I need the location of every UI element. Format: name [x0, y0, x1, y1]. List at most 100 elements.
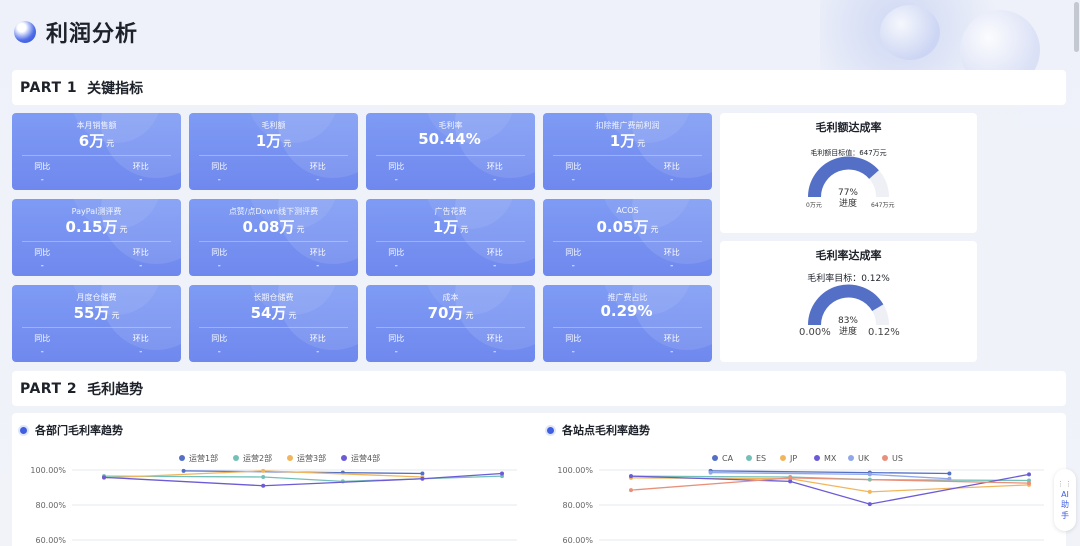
kpi-yoy-value: -	[40, 347, 44, 357]
kpi-mom-value: -	[139, 261, 143, 271]
kpi-card[interactable]: 扣除推广费前利润 1万元同比 - 环比 -	[543, 113, 712, 190]
data-point[interactable]	[1027, 472, 1031, 477]
kpi-yoy: 同比 -	[189, 247, 262, 271]
legend-item[interactable]: US	[882, 454, 903, 463]
data-point[interactable]	[261, 475, 266, 479]
data-point[interactable]	[708, 470, 713, 475]
divider	[22, 327, 171, 328]
trend-charts-card: 各部门毛利率趋势 各站点毛利率趋势 运营1部 运营2部 运营3部 运营4部 100.00…	[12, 413, 1066, 546]
scrollbar[interactable]	[1074, 2, 1079, 52]
kpi-yoy-label: 同比	[34, 162, 51, 171]
kpi-yoy-value: -	[40, 261, 44, 271]
kpi-unit: 元	[283, 139, 292, 148]
data-point[interactable]	[261, 468, 266, 473]
kpi-mom: 环比 -	[453, 333, 536, 357]
kpi-card[interactable]: PayPal测评费 0.15万元同比 - 环比 -	[12, 199, 181, 276]
divider	[199, 327, 348, 328]
kpi-yoy-label: 同比	[34, 334, 51, 343]
gauge-chart	[808, 284, 889, 326]
section-header-part1: PART 1 关键指标	[12, 70, 1066, 105]
data-point[interactable]	[500, 471, 504, 476]
legend-item[interactable]: 运营1部	[179, 453, 218, 463]
drag-handle-icon: ⋮⋮	[1057, 479, 1073, 488]
divider	[22, 155, 171, 156]
kpi-yoy-label: 同比	[388, 334, 405, 343]
ai-assistant-button[interactable]: ⋮⋮ AI 助 手	[1054, 469, 1076, 531]
kpi-value-number: 50.44%	[418, 130, 481, 148]
kpi-card[interactable]: 点赞/点Down线下测评费 0.08万元同比 - 环比 -	[189, 199, 358, 276]
kpi-unit: 元	[465, 311, 474, 320]
data-point[interactable]	[788, 475, 793, 480]
legend-item[interactable]: 运营3部	[287, 453, 326, 463]
legend-item[interactable]: ES	[746, 454, 766, 463]
ai-label: 手	[1061, 510, 1069, 520]
kpi-mom: 环比 -	[630, 333, 713, 357]
data-point[interactable]	[629, 488, 633, 493]
data-point[interactable]	[788, 479, 793, 484]
y-tick-label: 80.00%	[562, 501, 593, 510]
ai-label: AI	[1061, 489, 1069, 499]
kpi-card[interactable]: ACOS 0.05万元同比 - 环比 -	[543, 199, 712, 276]
kpi-yoy: 同比 -	[543, 247, 616, 271]
kpi-yoy: 同比 -	[543, 161, 616, 185]
kpi-mom-label: 环比	[132, 248, 149, 257]
kpi-unit: 元	[637, 139, 646, 148]
kpi-card[interactable]: 毛利额 1万元同比 - 环比 -	[189, 113, 358, 190]
legend-label: 运营4部	[351, 453, 380, 463]
legend-label: UK	[858, 454, 870, 463]
data-point[interactable]	[420, 471, 425, 476]
kpi-mom-label: 环比	[663, 334, 680, 343]
gauge-percent: 77%	[837, 188, 858, 198]
data-point[interactable]	[261, 483, 266, 488]
kpi-card[interactable]: 成本 70万元同比 - 环比 -	[366, 285, 535, 362]
legend-swatch	[814, 455, 820, 461]
kpi-yoy: 同比 -	[12, 333, 85, 357]
data-point[interactable]	[420, 476, 425, 481]
divider	[553, 155, 702, 156]
gauge-card-gross-profit: 毛利额达成率 毛利额目标值：647万元 77% 进度 0万元 647万元	[720, 113, 977, 233]
logo-icon	[14, 21, 36, 43]
data-point[interactable]	[867, 502, 872, 507]
kpi-card[interactable]: 毛利率 50.44% 同比 - 环比 -	[366, 113, 535, 190]
legend-swatch	[882, 455, 888, 461]
data-point[interactable]	[181, 468, 186, 473]
line-chart-department: 运营1部 运营2部 运营3部 运营4部 100.00% 80.00% 60.00%	[30, 453, 517, 545]
data-point[interactable]	[947, 471, 952, 476]
kpi-card[interactable]: 本月销售额 6万元同比 - 环比 -	[12, 113, 181, 190]
legend-item[interactable]: MX	[814, 454, 837, 463]
data-point[interactable]	[629, 474, 633, 479]
data-point[interactable]	[102, 475, 106, 480]
data-point[interactable]	[867, 472, 872, 477]
kpi-yoy-label: 同比	[565, 162, 582, 171]
kpi-value: 70万元	[366, 302, 535, 323]
page-title: 利润分析	[46, 22, 139, 47]
kpi-card[interactable]: 推广费占比 0.29% 同比 - 环比 -	[543, 285, 712, 362]
divider	[199, 155, 348, 156]
legend-item[interactable]: 运营2部	[233, 453, 272, 463]
kpi-card[interactable]: 月度仓储费 55万元同比 - 环比 -	[12, 285, 181, 362]
legend-label: CA	[722, 454, 734, 463]
kpi-value: 6万元	[12, 130, 181, 151]
legend-item[interactable]: UK	[848, 454, 870, 463]
kpi-value-number: 70万	[427, 304, 464, 322]
legend-item[interactable]: 运营4部	[341, 453, 380, 463]
kpi-card[interactable]: 长期仓储费 54万元同比 - 环比 -	[189, 285, 358, 362]
kpi-value-number: 1万	[255, 132, 282, 150]
kpi-unit: 元	[650, 225, 659, 234]
kpi-mom: 环比 -	[99, 333, 182, 357]
legend-swatch	[746, 455, 752, 461]
data-point[interactable]	[1027, 481, 1031, 486]
kpi-unit: 元	[106, 139, 115, 148]
y-tick-label: 100.00%	[30, 466, 66, 475]
kpi-yoy: 同比 -	[12, 161, 85, 185]
legend-item[interactable]: CA	[712, 454, 734, 463]
kpi-card[interactable]: 广告花费 1万元同比 - 环比 -	[366, 199, 535, 276]
gauge-min: 0.00%	[799, 327, 831, 338]
legend-item[interactable]: JP	[780, 454, 797, 463]
divider	[376, 155, 525, 156]
gauge-chart	[808, 156, 889, 198]
data-point[interactable]	[947, 476, 952, 481]
data-point[interactable]	[867, 489, 872, 494]
legend-swatch	[179, 455, 185, 461]
kpi-mom-value: -	[139, 347, 143, 357]
